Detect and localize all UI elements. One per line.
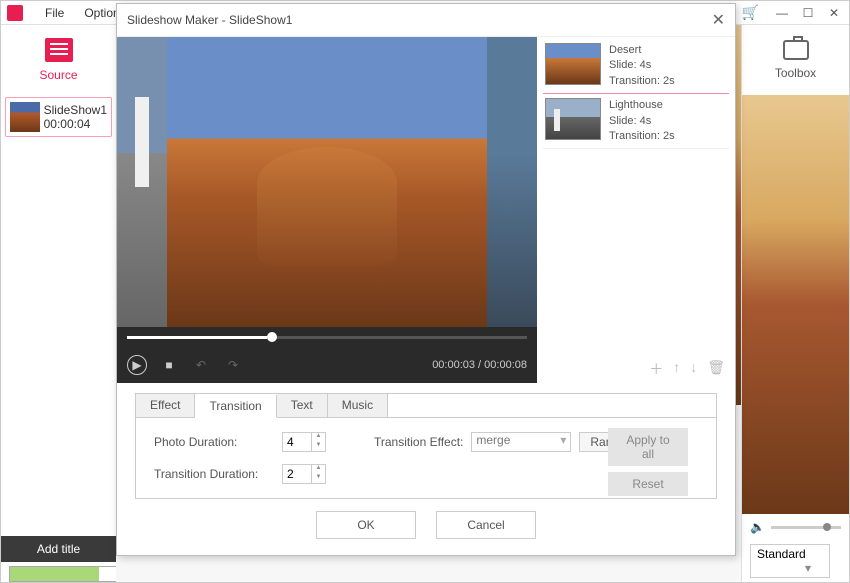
transition-duration-label: Transition Duration: xyxy=(154,467,274,481)
preview-main-photo xyxy=(167,37,487,327)
rotate-right-button[interactable]: ↷ xyxy=(223,355,243,375)
transition-duration-input[interactable] xyxy=(283,465,311,483)
preview-rock xyxy=(257,147,397,267)
time-display: 00:00:03 / 00:00:08 xyxy=(432,359,527,371)
volume-slider[interactable] xyxy=(771,526,841,529)
transition-effect-label: Transition Effect: xyxy=(374,435,463,449)
toolbox-icon xyxy=(783,40,809,60)
right-column: Toolbox 🔈 Standard ▾ xyxy=(741,25,849,582)
quality-select[interactable]: Standard ▾ xyxy=(750,544,830,578)
ok-button[interactable]: OK xyxy=(316,511,416,539)
preview-image xyxy=(117,37,537,327)
add-slide-button[interactable]: ＋ xyxy=(649,359,663,379)
move-up-button[interactable]: ↑ xyxy=(673,359,680,379)
photo-duration-spinner[interactable]: ▲▼ xyxy=(282,432,326,452)
right-preview xyxy=(742,95,849,514)
transition-duration-spinner[interactable]: ▲▼ xyxy=(282,464,326,484)
chevron-down-icon: ▾ xyxy=(805,561,811,575)
add-title-button[interactable]: Add title xyxy=(1,536,116,562)
play-button[interactable]: ▶ xyxy=(127,355,147,375)
toolbox-tab[interactable]: Toolbox xyxy=(742,25,849,95)
source-label: Source xyxy=(39,68,77,82)
volume-icon[interactable]: 🔈 xyxy=(750,520,765,534)
preview-panel: ▶ ■ ↶ ↷ 00:00:03 / 00:00:08 xyxy=(117,37,537,383)
toolbox-label: Toolbox xyxy=(775,66,816,80)
source-item-name: SlideShow1 xyxy=(44,103,107,117)
quality-value: Standard xyxy=(757,547,806,561)
spin-down-icon[interactable]: ▼ xyxy=(312,474,325,483)
move-down-button[interactable]: ↓ xyxy=(690,359,697,379)
app-icon xyxy=(7,5,23,21)
source-icon xyxy=(45,38,73,62)
seek-bar[interactable] xyxy=(127,336,527,339)
slide-duration: Slide: 4s xyxy=(609,58,675,73)
cart-icon[interactable]: 🛒 xyxy=(742,4,759,21)
slide-thumbnail xyxy=(545,43,601,85)
dialog-titlebar: Slideshow Maker - SlideShow1 ✕ xyxy=(117,4,735,37)
source-item[interactable]: SlideShow1 00:00:04 xyxy=(5,97,112,137)
tab-effect[interactable]: Effect xyxy=(136,394,195,417)
close-button[interactable]: ✕ xyxy=(825,6,843,20)
spin-down-icon[interactable]: ▼ xyxy=(312,442,325,451)
right-preview-image xyxy=(742,95,849,514)
slide-name: Desert xyxy=(609,43,675,58)
rotate-left-button[interactable]: ↶ xyxy=(191,355,211,375)
slide-name: Lighthouse xyxy=(609,98,675,113)
preview-strip-left xyxy=(117,37,167,327)
left-column: Source SlideShow1 00:00:04 Add title xyxy=(1,25,116,582)
transition-effect-value: merge xyxy=(476,433,510,447)
settings-tabs: Effect Transition Text Music Photo Durat… xyxy=(135,393,717,499)
slide-thumbnail xyxy=(545,98,601,140)
spin-up-icon[interactable]: ▲ xyxy=(312,465,325,474)
source-thumbnail xyxy=(10,102,40,132)
dialog-title: Slideshow Maker - SlideShow1 xyxy=(127,13,292,27)
minimize-button[interactable]: — xyxy=(773,6,791,20)
spin-up-icon[interactable]: ▲ xyxy=(312,433,325,442)
slide-row[interactable]: Lighthouse Slide: 4s Transition: 2s xyxy=(543,94,729,149)
chevron-down-icon: ▾ xyxy=(560,433,566,447)
slide-transition: Transition: 2s xyxy=(609,74,675,89)
dialog-close-button[interactable]: ✕ xyxy=(712,10,725,30)
reset-button[interactable]: Reset xyxy=(608,472,688,496)
stop-button[interactable]: ■ xyxy=(159,355,179,375)
slide-transition: Transition: 2s xyxy=(609,129,675,144)
slideshow-maker-dialog: Slideshow Maker - SlideShow1 ✕ ▶ ■ ↶ xyxy=(116,3,736,556)
slide-list: Desert Slide: 4s Transition: 2s Lighthou… xyxy=(537,37,735,355)
source-tab[interactable]: Source xyxy=(1,25,116,95)
cancel-button[interactable]: Cancel xyxy=(436,511,536,539)
delete-slide-button[interactable]: 🗑 xyxy=(707,359,725,379)
apply-to-all-button[interactable]: Apply to all xyxy=(608,428,688,466)
photo-duration-label: Photo Duration: xyxy=(154,435,274,449)
tab-transition[interactable]: Transition xyxy=(195,395,276,418)
tab-text[interactable]: Text xyxy=(277,394,328,417)
preview-strip-right xyxy=(487,37,537,327)
transition-effect-select[interactable]: merge ▾ xyxy=(471,432,571,452)
maximize-button[interactable]: ☐ xyxy=(799,6,817,20)
tab-music[interactable]: Music xyxy=(328,394,388,417)
photo-duration-input[interactable] xyxy=(283,433,311,451)
slide-duration: Slide: 4s xyxy=(609,114,675,129)
source-item-duration: 00:00:04 xyxy=(44,117,107,131)
slide-row[interactable]: Desert Slide: 4s Transition: 2s xyxy=(543,39,729,94)
menu-file[interactable]: File xyxy=(35,6,74,20)
